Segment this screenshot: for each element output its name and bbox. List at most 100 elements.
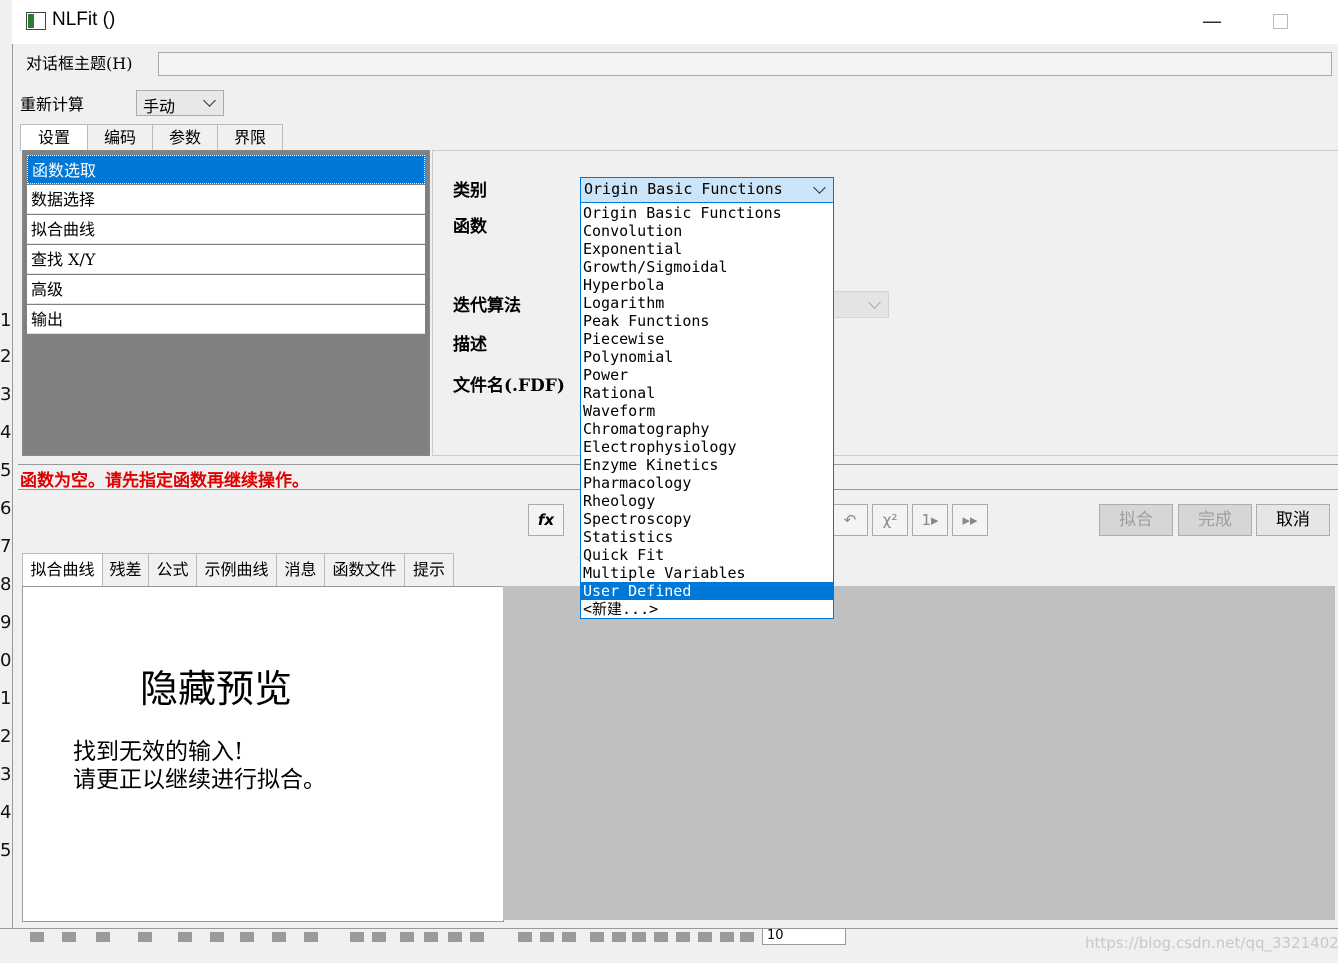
recalculate-label: 重新计算 bbox=[20, 95, 85, 114]
description-label: 描述 bbox=[453, 335, 487, 355]
category-select[interactable]: Origin Basic Functions bbox=[580, 177, 834, 203]
dialog-theme-label: 对话框主题(H) bbox=[26, 54, 133, 73]
dropdown-option[interactable]: Waveform bbox=[581, 402, 833, 420]
minimize-button[interactable]: — bbox=[1192, 4, 1232, 38]
dropdown-option[interactable]: Chromatography bbox=[581, 420, 833, 438]
toolbar-icon[interactable] bbox=[654, 932, 668, 942]
dropdown-option[interactable]: Power bbox=[581, 366, 833, 384]
tree-item-advanced[interactable]: 高级 bbox=[27, 275, 425, 304]
tab-hints[interactable]: 提示 bbox=[404, 553, 454, 586]
tree-item-find-xy[interactable]: 查找 X/Y bbox=[27, 245, 425, 274]
tab-formula[interactable]: 公式 bbox=[148, 553, 197, 586]
row-number: 1 bbox=[0, 310, 12, 331]
recalculate-value: 手动 bbox=[143, 97, 176, 116]
toolbar-icon[interactable] bbox=[590, 932, 604, 942]
toolbar-icon[interactable] bbox=[30, 932, 44, 942]
dropdown-option[interactable]: Quick Fit bbox=[581, 546, 833, 564]
row-number: 2 bbox=[0, 346, 12, 367]
dropdown-option[interactable]: Rational bbox=[581, 384, 833, 402]
fit-until-converged-icon[interactable]: ▸▸ bbox=[952, 504, 988, 536]
cancel-button[interactable]: 取消 bbox=[1256, 504, 1330, 536]
tab-bounds[interactable]: 界限 bbox=[217, 124, 283, 151]
tree-item-function-selection[interactable]: 函数选取 bbox=[27, 155, 425, 184]
toolbar-icon[interactable] bbox=[62, 932, 76, 942]
fit-button[interactable]: 拟合 bbox=[1099, 504, 1173, 536]
tree-item-fitted-curves[interactable]: 拟合曲线 bbox=[27, 215, 425, 244]
toolbar-icon[interactable] bbox=[720, 932, 734, 942]
toolbar-icon[interactable] bbox=[632, 932, 646, 942]
toolbar-icon[interactable] bbox=[138, 932, 152, 942]
dropdown-option[interactable]: Logarithm bbox=[581, 294, 833, 312]
toolbar-icon[interactable] bbox=[448, 932, 462, 942]
dropdown-option[interactable]: Peak Functions bbox=[581, 312, 833, 330]
dropdown-option[interactable]: User Defined bbox=[581, 582, 833, 600]
undo-fit-icon[interactable]: ↶ bbox=[832, 504, 868, 536]
dropdown-option[interactable]: <新建...> bbox=[581, 600, 833, 618]
background-app-strip: 1 2 3 4 5 6 7 8 9 0 1 2 3 4 5 bbox=[0, 0, 13, 930]
watermark: https://blog.csdn.net/qq_33214029 bbox=[1085, 934, 1338, 952]
tree-item-output[interactable]: 输出 bbox=[27, 305, 425, 334]
tab-settings[interactable]: 设置 bbox=[20, 124, 88, 151]
dropdown-option[interactable]: Spectroscopy bbox=[581, 510, 833, 528]
toolbar-icon[interactable] bbox=[676, 932, 690, 942]
tab-sample-curve[interactable]: 示例曲线 bbox=[196, 553, 277, 586]
maximize-button[interactable] bbox=[1262, 4, 1302, 38]
done-button[interactable]: 完成 bbox=[1178, 504, 1252, 536]
dropdown-option[interactable]: Electrophysiology bbox=[581, 438, 833, 456]
window-title: NLFit () bbox=[52, 9, 116, 30]
tab-code[interactable]: 编码 bbox=[87, 124, 153, 151]
toolbar-icon[interactable] bbox=[96, 932, 110, 942]
toolbar-icon[interactable] bbox=[240, 932, 254, 942]
dropdown-option[interactable]: Origin Basic Functions bbox=[581, 204, 833, 222]
row-number: 3 bbox=[0, 764, 12, 785]
iteration-algorithm-select[interactable] bbox=[833, 291, 889, 318]
chevron-down-icon bbox=[203, 94, 216, 107]
tab-parameters[interactable]: 参数 bbox=[152, 124, 218, 151]
toolbar-icon[interactable] bbox=[372, 932, 386, 942]
toolbar-icon[interactable] bbox=[740, 932, 754, 942]
toolbar-icon[interactable] bbox=[562, 932, 576, 942]
dropdown-option[interactable]: Polynomial bbox=[581, 348, 833, 366]
dropdown-option[interactable]: Pharmacology bbox=[581, 474, 833, 492]
dropdown-option[interactable]: Growth/Sigmoidal bbox=[581, 258, 833, 276]
row-number: 6 bbox=[0, 498, 12, 519]
tab-fit-curve[interactable]: 拟合曲线 bbox=[22, 553, 103, 586]
dropdown-option[interactable]: Convolution bbox=[581, 222, 833, 240]
toolbar-icon[interactable] bbox=[518, 932, 532, 942]
zoom-value: 10 bbox=[767, 928, 784, 943]
dropdown-option[interactable]: Statistics bbox=[581, 528, 833, 546]
toolbar-icon[interactable] bbox=[272, 932, 286, 942]
toolbar-icon[interactable] bbox=[424, 932, 438, 942]
toolbar-icon[interactable] bbox=[698, 932, 712, 942]
function-label: 函数 bbox=[453, 217, 487, 237]
tree-item-data-selection[interactable]: 数据选择 bbox=[27, 185, 425, 214]
toolbar-icon[interactable] bbox=[210, 932, 224, 942]
toolbar-icon[interactable] bbox=[470, 932, 484, 942]
toolbar-icon[interactable] bbox=[540, 932, 554, 942]
tab-function-file[interactable]: 函数文件 bbox=[324, 553, 405, 586]
chi-square-icon[interactable]: χ² bbox=[872, 504, 908, 536]
fx-search-icon[interactable]: fx bbox=[528, 504, 564, 536]
dropdown-option[interactable]: Enzyme Kinetics bbox=[581, 456, 833, 474]
iteration-algorithm-label: 迭代算法 bbox=[453, 296, 521, 316]
toolbar-icon[interactable] bbox=[400, 932, 414, 942]
dropdown-option[interactable]: Exponential bbox=[581, 240, 833, 258]
dropdown-option[interactable]: Hyperbola bbox=[581, 276, 833, 294]
row-number: 3 bbox=[0, 384, 12, 405]
dropdown-option[interactable]: Rheology bbox=[581, 492, 833, 510]
toolbar-icon[interactable] bbox=[304, 932, 318, 942]
dropdown-option[interactable]: Piecewise bbox=[581, 330, 833, 348]
tab-messages[interactable]: 消息 bbox=[276, 553, 325, 586]
tab-residuals[interactable]: 残差 bbox=[102, 553, 149, 586]
toolbar-icon[interactable] bbox=[612, 932, 626, 942]
recalculate-select[interactable]: 手动 bbox=[136, 90, 224, 116]
settings-tree: 函数选取 数据选择 拟合曲线 查找 X/Y 高级 输出 bbox=[22, 150, 430, 456]
row-number: 4 bbox=[0, 802, 12, 823]
toolbar-icon[interactable] bbox=[178, 932, 192, 942]
single-iteration-icon[interactable]: 1▸ bbox=[912, 504, 948, 536]
dialog-theme-input[interactable] bbox=[158, 52, 1332, 76]
zoom-input[interactable]: 10 bbox=[762, 928, 846, 945]
dropdown-option[interactable]: Multiple Variables bbox=[581, 564, 833, 582]
row-number: 7 bbox=[0, 536, 12, 557]
toolbar-icon[interactable] bbox=[350, 932, 364, 942]
